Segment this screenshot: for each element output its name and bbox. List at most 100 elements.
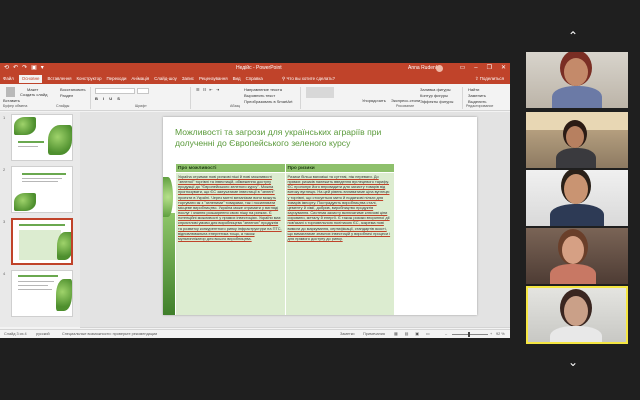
thumb-table xyxy=(19,230,61,260)
quick-access-toolbar: ⟲ ↶ ↷ ▣ ▾ xyxy=(4,65,44,72)
risks-text: Ризики більш вагоміші та суттєві, ніж пе… xyxy=(287,174,391,241)
section-button[interactable]: Раздел xyxy=(60,93,73,98)
participant-body xyxy=(556,148,596,168)
view-buttons[interactable]: ▦ ▤ ▣ ▭ xyxy=(394,332,433,337)
slide-thumbnail-1[interactable] xyxy=(11,114,73,161)
zoom-slider-thumb[interactable] xyxy=(468,332,470,337)
text-direction-button[interactable]: Направление текста xyxy=(244,87,282,92)
slide-thumbnail-pane: 1 2 3 4 xyxy=(0,112,80,327)
arrange-button[interactable]: Упорядочить xyxy=(362,98,386,103)
thumb-title-line xyxy=(18,141,44,143)
ribbon: Вставить Макет Создать слайд Восстановит… xyxy=(0,84,510,111)
tell-me-box[interactable]: ⚲ Что вы хотите сделать? xyxy=(282,76,335,82)
video-tile-participant-2[interactable] xyxy=(526,112,628,168)
video-tile-participant-3[interactable] xyxy=(526,170,628,226)
leaf-image xyxy=(57,232,71,260)
tab-1[interactable]: Основне xyxy=(18,75,43,83)
thumb-number: 2 xyxy=(3,167,6,172)
shape-fill-button[interactable]: Заливка фигуры xyxy=(420,87,451,92)
slide-title[interactable]: Можливості та загрози для українських аг… xyxy=(175,127,395,149)
participant-face xyxy=(564,296,588,326)
undo-icon[interactable]: ↶ xyxy=(13,65,18,72)
new-slide-button[interactable]: Создать слайд xyxy=(20,92,47,97)
smartart-button[interactable]: Преобразовать в SmartArt xyxy=(244,99,293,104)
participant-body xyxy=(550,264,596,284)
table-header-risks: Про ризики xyxy=(284,163,395,173)
tab-8[interactable]: Рецензування xyxy=(199,76,228,83)
gallery-down-arrow[interactable]: ⌄ xyxy=(568,356,578,368)
tab-4[interactable]: Переходи xyxy=(107,76,127,83)
participant-face xyxy=(566,126,584,148)
share-button[interactable]: ⇪ Поделиться xyxy=(475,76,504,82)
tab-10[interactable]: Справка xyxy=(246,76,263,83)
tab-7[interactable]: Запис xyxy=(182,76,194,83)
thumb-title-line xyxy=(19,224,65,226)
shape-outline-button[interactable]: Контур фигуры xyxy=(420,93,448,98)
notes-toggle[interactable]: Заметки xyxy=(340,332,355,337)
zoom-slider[interactable] xyxy=(452,334,488,335)
leaf-image xyxy=(14,193,36,211)
tab-2[interactable]: Вставлення xyxy=(47,76,71,83)
video-tile-participant-1[interactable] xyxy=(526,52,628,108)
share-label: Поделиться xyxy=(479,76,504,81)
paragraph-group-label: Абзац xyxy=(230,104,241,108)
slide-table[interactable]: Про можливості Про ризики Україна отрима… xyxy=(175,163,395,315)
table-cell-opportunities[interactable]: Україна отримає нові ринкові ніші й нові… xyxy=(175,172,286,315)
tab-3[interactable]: Конструктор xyxy=(76,76,101,83)
tab-5[interactable]: Анімація xyxy=(131,76,149,83)
participant-body xyxy=(552,86,602,108)
shapes-gallery[interactable] xyxy=(306,87,334,98)
thumb-number: 4 xyxy=(3,271,6,276)
thumb-text-line xyxy=(18,281,54,282)
autosave-icon[interactable]: ⟲ xyxy=(4,65,9,72)
title-bar: ⟲ ↶ ↷ ▣ ▾ Недійс - PowerPoint Anna Ruden… xyxy=(0,63,510,74)
restore-icon[interactable]: ❐ xyxy=(487,64,492,73)
slide-thumbnail-4[interactable] xyxy=(11,270,73,317)
tab-6[interactable]: Слайд-шоу xyxy=(154,76,177,83)
slide-thumbnail-2[interactable] xyxy=(11,166,73,213)
leaf-image xyxy=(48,125,72,155)
thumb-text-line xyxy=(22,178,62,179)
powerpoint-window: ⟲ ↶ ↷ ▣ ▾ Недійс - PowerPoint Anna Ruden… xyxy=(0,63,510,338)
gallery-up-arrow[interactable]: ⌃ xyxy=(568,30,578,42)
reset-button[interactable]: Восстановить xyxy=(60,87,86,92)
zoom-out-icon[interactable]: – xyxy=(445,332,447,337)
paste-icon[interactable] xyxy=(6,87,15,97)
video-tile-participant-4[interactable] xyxy=(526,228,628,284)
close-icon[interactable]: ✕ xyxy=(501,64,506,73)
comments-toggle[interactable]: Примечания xyxy=(363,332,385,337)
font-name-box[interactable] xyxy=(95,88,135,94)
font-size-box[interactable] xyxy=(137,88,149,94)
quick-styles-button[interactable]: Экспресс-стили xyxy=(391,98,420,103)
zoom-level[interactable]: 92 % xyxy=(496,332,505,337)
minimize-icon[interactable]: – xyxy=(474,64,477,73)
zoom-meeting-window: ⟲ ↶ ↷ ▣ ▾ Недійс - PowerPoint Anna Ruden… xyxy=(0,0,640,400)
ribbon-separator xyxy=(300,87,301,109)
replace-button[interactable]: Заменить xyxy=(468,93,486,98)
language-indicator[interactable]: русский xyxy=(36,332,50,337)
zoom-in-icon[interactable]: + xyxy=(490,332,492,337)
current-slide[interactable]: Можливості та загрози для українських аг… xyxy=(163,117,477,315)
video-tile-participant-5-active-speaker[interactable] xyxy=(526,286,628,344)
align-text-button[interactable]: Выровнять текст xyxy=(244,93,275,98)
drawing-group-label: Рисование xyxy=(396,104,415,108)
avatar[interactable] xyxy=(436,65,443,72)
list-buttons[interactable]: ☰ ☷ ⇤ ⇥ xyxy=(196,87,220,92)
start-slideshow-icon[interactable]: ▣ xyxy=(31,65,37,72)
accessibility-status[interactable]: Специальные возможности: проверьте реком… xyxy=(62,332,157,337)
tab-9[interactable]: Вид xyxy=(233,76,241,83)
tab-0[interactable]: Файл xyxy=(3,76,14,83)
table-cell-risks[interactable]: Ризики більш вагоміші та суттєві, ніж пе… xyxy=(284,172,395,315)
customize-icon[interactable]: ▾ xyxy=(41,65,44,72)
participant-body xyxy=(550,204,604,226)
redo-icon[interactable]: ↷ xyxy=(22,65,27,72)
shape-effects-button[interactable]: Эффекты фигуры xyxy=(420,99,453,104)
ribbon-display-icon[interactable]: ▭ xyxy=(460,64,466,73)
find-button[interactable]: Найти xyxy=(468,87,479,92)
font-format-buttons[interactable]: B I U S xyxy=(95,96,122,101)
slides-group-label: Слайды xyxy=(56,104,70,108)
leaf-image xyxy=(14,117,36,135)
slide-thumbnail-3[interactable] xyxy=(11,218,73,265)
thumb-text-line xyxy=(22,181,58,182)
paste-button[interactable]: Вставить xyxy=(3,98,20,103)
